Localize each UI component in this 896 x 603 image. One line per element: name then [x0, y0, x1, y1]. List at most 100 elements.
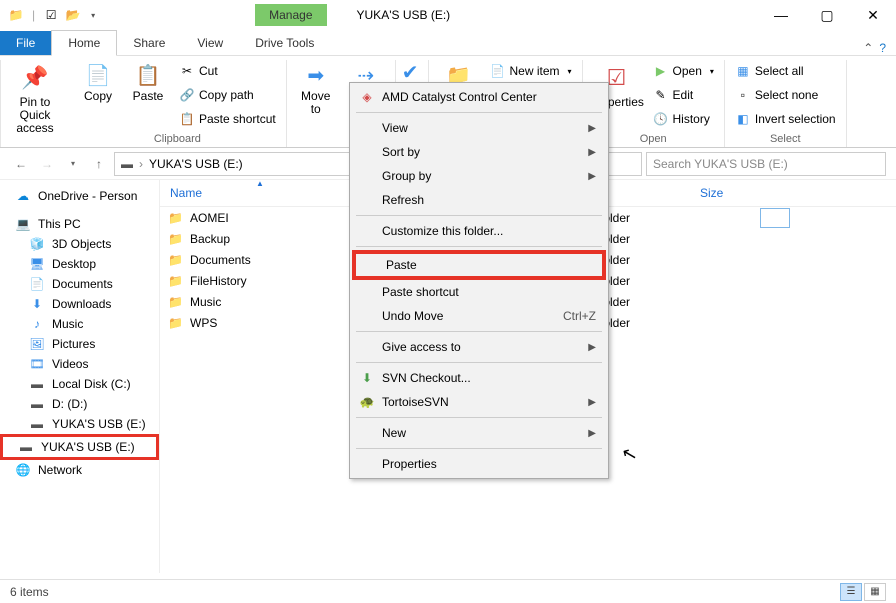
status-item-count: 6 items [10, 585, 49, 599]
sidebar-item-network[interactable]: 🌐Network [0, 460, 159, 480]
details-view-button[interactable]: ☰ [840, 583, 862, 601]
new-item-button[interactable]: 📄New item▾ [485, 60, 575, 82]
help-icon[interactable]: ? [879, 41, 886, 55]
onedrive-icon: ☁ [14, 189, 32, 203]
sidebar-item-pictures[interactable]: 🖼Pictures [0, 334, 159, 354]
recent-dropdown[interactable]: ▾ [62, 153, 84, 175]
view-tab[interactable]: View [181, 31, 239, 55]
folder-icon: 📁 [168, 253, 186, 267]
network-icon: 🌐 [14, 463, 32, 477]
ctx-tortoise[interactable]: 🐢TortoiseSVN▶ [352, 390, 606, 414]
music-icon: ♪ [28, 317, 46, 331]
svn-checkout-icon: ⬇ [358, 371, 376, 385]
ctx-undo[interactable]: Undo MoveCtrl+Z [352, 304, 606, 328]
ctx-paste-shortcut[interactable]: Paste shortcut [352, 280, 606, 304]
close-button[interactable]: ✕ [850, 0, 896, 30]
folder-icon: 📁 [168, 232, 186, 246]
file-name: Documents [186, 253, 356, 267]
tiles-view-button[interactable]: ▦ [864, 583, 886, 601]
ctx-svn-checkout[interactable]: ⬇SVN Checkout... [352, 366, 606, 390]
sidebar-item-desktop[interactable]: 🖥Desktop [0, 254, 159, 274]
search-box[interactable]: Search YUKA'S USB (E:) [646, 152, 886, 176]
open-button[interactable]: ▶Open▾ [649, 60, 718, 82]
qat-dropdown[interactable]: ▾ [91, 11, 95, 20]
pin-icon: 📌 [19, 62, 51, 94]
move-to-button[interactable]: ➡ Move to [293, 60, 339, 118]
ctx-view[interactable]: View▶ [352, 116, 606, 140]
qat-properties-icon[interactable]: ☑ [43, 7, 59, 23]
window-title: YUKA'S USB (E:) [357, 8, 451, 22]
back-button[interactable]: ← [10, 153, 32, 175]
paste-button[interactable]: 📋 Paste [125, 60, 171, 105]
ribbon-collapse-icon[interactable]: ⌃ [863, 41, 873, 55]
sidebar-item-thispc[interactable]: 💻This PC [0, 214, 159, 234]
3d-icon: 🧊 [28, 237, 46, 251]
file-name: WPS [186, 316, 356, 330]
column-name[interactable]: ▲Name [160, 180, 360, 206]
sidebar-item-music[interactable]: ♪Music [0, 314, 159, 334]
file-tab[interactable]: File [0, 31, 51, 55]
copy-button[interactable]: 📄 Copy [75, 60, 121, 105]
paste-shortcut-icon: 📋 [179, 112, 195, 126]
copy-icon: 📄 [84, 62, 112, 90]
ctx-paste[interactable]: Paste [356, 254, 602, 276]
qat-open-icon[interactable]: 📂 [65, 7, 81, 23]
ctx-properties[interactable]: Properties [352, 452, 606, 476]
pin-to-quick-access-button[interactable]: 📌 Pin to Quick access [7, 60, 63, 138]
ctx-customize[interactable]: Customize this folder... [352, 219, 606, 243]
ctx-new[interactable]: New▶ [352, 421, 606, 445]
invert-selection-button[interactable]: ◧Invert selection [731, 108, 840, 130]
sidebar-item-usb1[interactable]: ▬YUKA'S USB (E:) [0, 414, 159, 434]
sidebar-item-usb2[interactable]: ▬YUKA'S USB (E:) [0, 434, 159, 460]
folder-icon: 📁 [168, 274, 186, 288]
ctx-amd[interactable]: ◈AMD Catalyst Control Center [352, 85, 606, 109]
select-all-icon: ▦ [735, 64, 751, 78]
sidebar-item-d-drive[interactable]: ▬D: (D:) [0, 394, 159, 414]
usb-icon: ▬ [28, 417, 46, 431]
forward-button[interactable]: → [36, 153, 58, 175]
drive-d-icon: ▬ [28, 397, 46, 411]
sidebar-item-localdisk[interactable]: ▬Local Disk (C:) [0, 374, 159, 394]
up-button[interactable]: ↑ [88, 153, 110, 175]
sidebar-item-documents[interactable]: 📄Documents [0, 274, 159, 294]
paste-shortcut-button[interactable]: 📋Paste shortcut [175, 108, 280, 130]
maximize-button[interactable]: ▢ [804, 0, 850, 30]
sidebar-item-3dobjects[interactable]: 🧊3D Objects [0, 234, 159, 254]
ctx-refresh[interactable]: Refresh [352, 188, 606, 212]
column-size[interactable]: Size [690, 180, 800, 206]
contextual-tab-manage[interactable]: Manage [255, 4, 326, 26]
clipboard-group-label: Clipboard [154, 133, 201, 147]
copy-path-button[interactable]: 🔗Copy path [175, 84, 280, 106]
open-icon: ▶ [653, 64, 669, 78]
folder-icon: 📁 [168, 211, 186, 225]
cut-icon: ✂ [179, 64, 195, 78]
paste-icon: 📋 [134, 62, 162, 90]
share-tab[interactable]: Share [117, 31, 181, 55]
sidebar-item-downloads[interactable]: ⬇Downloads [0, 294, 159, 314]
ctx-sort[interactable]: Sort by▶ [352, 140, 606, 164]
invert-icon: ◧ [735, 112, 751, 126]
history-icon: 🕓 [653, 112, 669, 126]
cut-button[interactable]: ✂Cut [175, 60, 280, 82]
sidebar-item-onedrive[interactable]: ☁OneDrive - Person [0, 186, 159, 206]
address-text: YUKA'S USB (E:) [149, 157, 243, 171]
minimize-button[interactable]: — [758, 0, 804, 30]
select-all-button[interactable]: ▦Select all [731, 60, 840, 82]
tortoise-icon: 🐢 [358, 395, 376, 409]
new-item-icon: 📄 [489, 64, 505, 78]
edit-button[interactable]: ✎Edit [649, 84, 718, 106]
open-group-label: Open [640, 133, 667, 147]
select-none-button[interactable]: ▫Select none [731, 84, 840, 106]
focus-rect [760, 208, 790, 228]
select-none-icon: ▫ [735, 88, 751, 102]
ctx-give-access[interactable]: Give access to▶ [352, 335, 606, 359]
sidebar-item-videos[interactable]: 🎞Videos [0, 354, 159, 374]
ctx-group[interactable]: Group by▶ [352, 164, 606, 188]
drive-tools-tab[interactable]: Drive Tools [239, 31, 330, 55]
drive-icon: ▬ [121, 157, 133, 171]
pc-icon: 💻 [14, 217, 32, 231]
navigation-pane[interactable]: ☁OneDrive - Person 💻This PC 🧊3D Objects … [0, 180, 160, 573]
select-group-label: Select [770, 133, 801, 147]
history-button[interactable]: 🕓History [649, 108, 718, 130]
home-tab[interactable]: Home [51, 30, 117, 56]
